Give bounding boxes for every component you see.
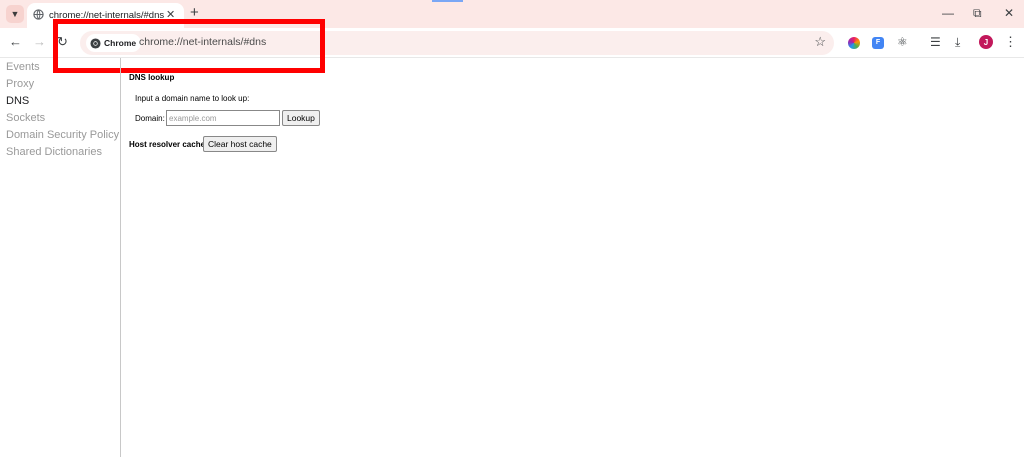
domain-label: Domain: [135,114,165,123]
more-menu-icon[interactable]: ⋮ [1004,34,1017,50]
avatar-initial: J [983,37,989,47]
dns-lookup-heading: DNS lookup [129,73,175,82]
download-icon[interactable]: ⤓ [955,35,960,49]
extensions-puzzle-icon[interactable]: ⚛ [897,35,908,49]
close-window-icon[interactable]: ✕ [1004,6,1014,20]
restore-icon[interactable]: ⧉ [973,6,982,20]
chevron-down-icon: ▼ [10,9,20,19]
domain-input[interactable] [166,110,280,126]
dns-panel: DNS lookup Input a domain name to look u… [122,58,1024,457]
lookup-description: Input a domain name to look up: [135,94,250,103]
sidebar-item-events[interactable]: Events [6,61,40,73]
minimize-icon[interactable]: — [942,6,954,20]
net-internals-sidebar: Events Proxy DNS Sockets Domain Security… [0,58,121,457]
profile-avatar[interactable]: J [979,35,993,49]
lookup-button[interactable]: Lookup [282,110,320,126]
sidebar-item-proxy[interactable]: Proxy [6,78,34,90]
sidebar-item-dns[interactable]: DNS [6,95,29,107]
sidebar-item-shared-dictionaries[interactable]: Shared Dictionaries [6,146,102,158]
color-extension-icon[interactable] [848,37,860,49]
bookmark-star-icon[interactable]: ☆ [814,34,826,50]
sidebar-item-sockets[interactable]: Sockets [6,112,45,124]
host-resolver-cache-heading: Host resolver cache [129,140,206,149]
globe-icon [33,9,44,20]
media-controls-icon[interactable]: ☰ [930,35,941,49]
tab-search-button[interactable]: ▼ [6,5,24,23]
translate-extension-icon[interactable]: F [872,37,884,49]
top-accent-bar [432,0,463,2]
sidebar-item-domain-security-policy[interactable]: Domain Security Policy [6,129,119,141]
forward-button[interactable]: → [33,34,46,50]
back-button[interactable]: ← [9,34,22,50]
clear-host-cache-button[interactable]: Clear host cache [203,136,277,152]
